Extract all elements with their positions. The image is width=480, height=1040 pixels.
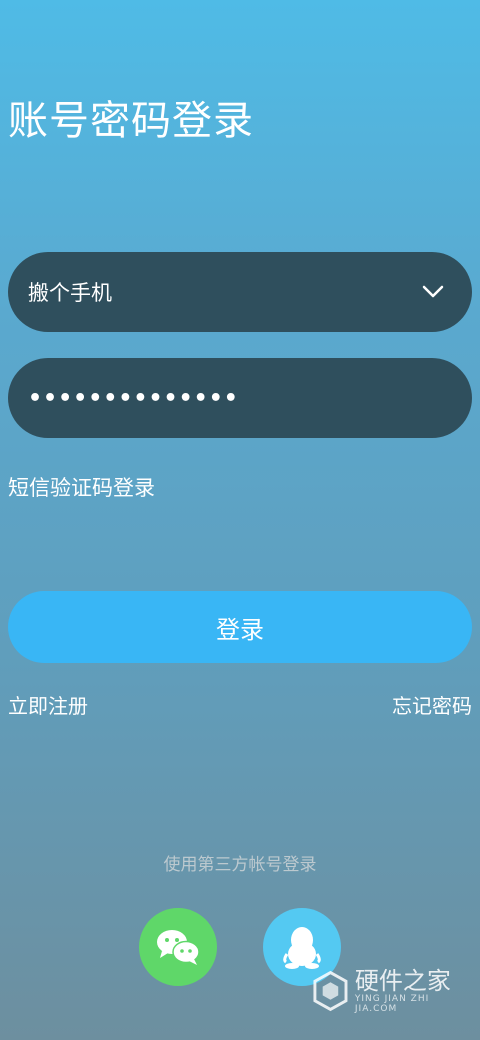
- watermark-url: YING JIAN ZHI JIA.COM: [354, 994, 430, 1014]
- wechat-icon: [157, 930, 200, 965]
- register-link[interactable]: 立即注册: [8, 690, 88, 719]
- sms-login-link[interactable]: 短信验证码登录: [8, 472, 155, 502]
- login-button[interactable]: 登录: [8, 591, 472, 663]
- account-field[interactable]: 搬个手机: [8, 252, 472, 332]
- account-value: 搬个手机: [28, 281, 112, 305]
- wechat-login-button[interactable]: [139, 908, 217, 986]
- page-title: 账号密码登录: [8, 98, 254, 144]
- password-value: ••••••••••••••: [28, 385, 239, 411]
- password-field[interactable]: ••••••••••••••: [8, 358, 472, 438]
- forgot-password-link[interactable]: 忘记密码: [392, 690, 472, 719]
- qq-penguin-icon: [283, 927, 321, 969]
- third-party-label: 使用第三方帐号登录: [163, 855, 317, 875]
- chevron-down-icon[interactable]: [422, 285, 444, 299]
- watermark: 硬件之家 YING JIAN ZHI JIA.COM: [312, 966, 472, 1016]
- watermark-logo-icon: [313, 970, 348, 1012]
- watermark-title: 硬件之家: [354, 967, 451, 995]
